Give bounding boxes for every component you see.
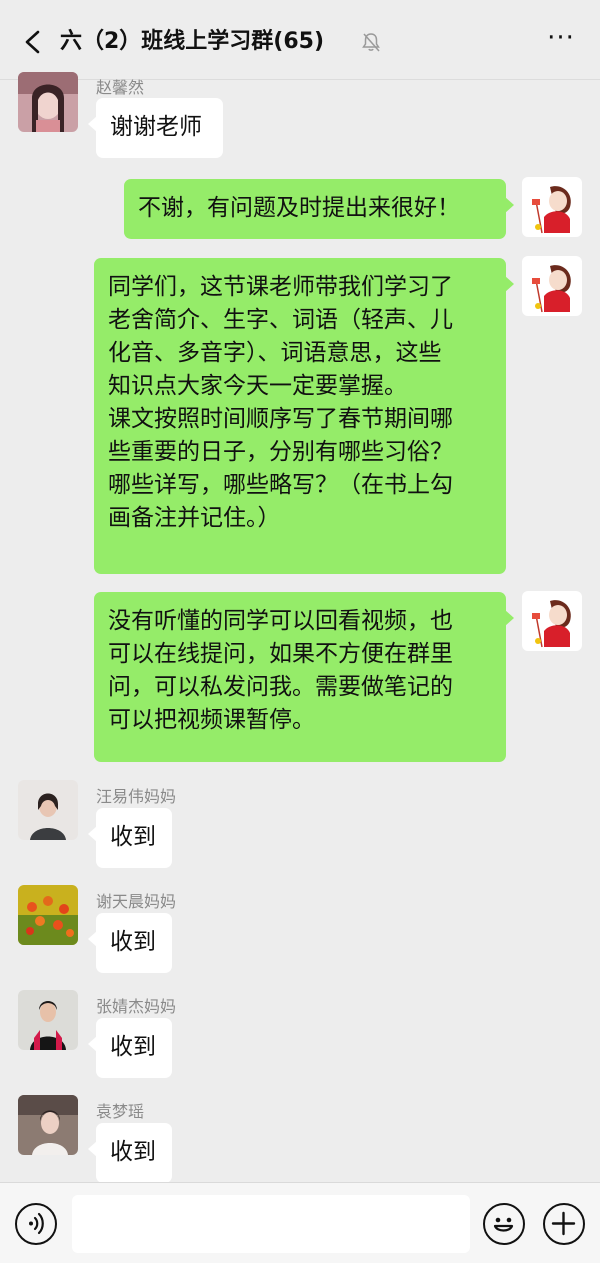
- sender-name: 赵馨然: [96, 78, 145, 97]
- sender-name: 汪易伟妈妈: [96, 787, 177, 806]
- plus-button[interactable]: [543, 1203, 585, 1245]
- message-line: 画备注并记住。）: [108, 505, 281, 531]
- more-options-button[interactable]: ···: [544, 25, 578, 56]
- chevron-left-icon: [25, 30, 40, 54]
- message-text: 收到: [110, 1139, 156, 1165]
- avatar[interactable]: [18, 780, 78, 840]
- message-bubble[interactable]: 同学们，这节课老师带我们学习了 老舍简介、生字、词语（轻声、儿 化音、多音字）、…: [94, 258, 514, 574]
- message-line: 可以把视频课暂停。: [108, 707, 315, 733]
- avatar[interactable]: [18, 72, 78, 132]
- message-text: 收到: [110, 1034, 156, 1060]
- avatar[interactable]: [18, 885, 78, 945]
- message-bubble[interactable]: 收到: [88, 808, 172, 868]
- plus-icon: [551, 1211, 576, 1236]
- message-text: 谢谢老师: [110, 114, 202, 140]
- message-text: 不谢，有问题及时提出来很好！: [138, 195, 460, 221]
- message-bubble[interactable]: 没有听懂的同学可以回看视频，也 可以在线提问，如果不方便在群里 问，可以私发问我…: [94, 592, 514, 762]
- emoji-button[interactable]: [483, 1203, 525, 1245]
- voice-button[interactable]: [15, 1203, 57, 1245]
- message-bubble[interactable]: 不谢，有问题及时提出来很好！: [124, 179, 514, 239]
- bell-mute-icon: [362, 33, 380, 52]
- message-text: 收到: [110, 824, 156, 850]
- chat-input-bar: [0, 1182, 600, 1263]
- message-line: 同学们，这节课老师带我们学习了: [108, 274, 453, 300]
- voice-icon: [29, 1212, 44, 1235]
- message-bubble[interactable]: 收到: [88, 1018, 172, 1078]
- message-line: 化音、多音字）、词语意思，这些: [108, 340, 442, 366]
- chat-title: 六（2）班线上学习群(65): [60, 29, 325, 54]
- back-button[interactable]: [14, 22, 54, 62]
- message-text: 收到: [110, 929, 156, 955]
- chat-header: 六（2）班线上学习群(65) ···: [0, 0, 600, 80]
- sender-name: 袁梦瑶: [96, 1102, 145, 1121]
- message-line: 课文按照时间顺序写了春节期间哪: [108, 406, 453, 432]
- sender-name: 张婧杰妈妈: [96, 997, 177, 1016]
- message-line: 老舍简介、生字、词语（轻声、儿: [108, 307, 453, 333]
- message-bubble[interactable]: 收到: [88, 913, 172, 973]
- avatar[interactable]: [18, 990, 78, 1050]
- emoji-icon: [493, 1217, 514, 1232]
- message-line: 可以在线提问，如果不方便在群里: [108, 641, 453, 667]
- message-line: 知识点大家今天一定要掌握。: [108, 373, 407, 399]
- my-avatar[interactable]: [522, 591, 582, 651]
- sender-name: 谢天晨妈妈: [96, 892, 177, 911]
- message-input[interactable]: [72, 1195, 470, 1253]
- message-line: 些重要的日子，分别有哪些习俗？: [108, 439, 453, 465]
- message-bubble[interactable]: 收到: [88, 1123, 172, 1183]
- message-line: 哪些详写，哪些略写？（在书上勾: [108, 472, 453, 498]
- message-bubble[interactable]: 谢谢老师: [88, 98, 223, 158]
- message-line: 问，可以私发问我。需要做笔记的: [108, 674, 453, 700]
- my-avatar[interactable]: [522, 256, 582, 316]
- avatar[interactable]: [18, 1095, 78, 1155]
- my-avatar[interactable]: [522, 177, 582, 237]
- message-line: 没有听懂的同学可以回看视频，也: [108, 608, 453, 634]
